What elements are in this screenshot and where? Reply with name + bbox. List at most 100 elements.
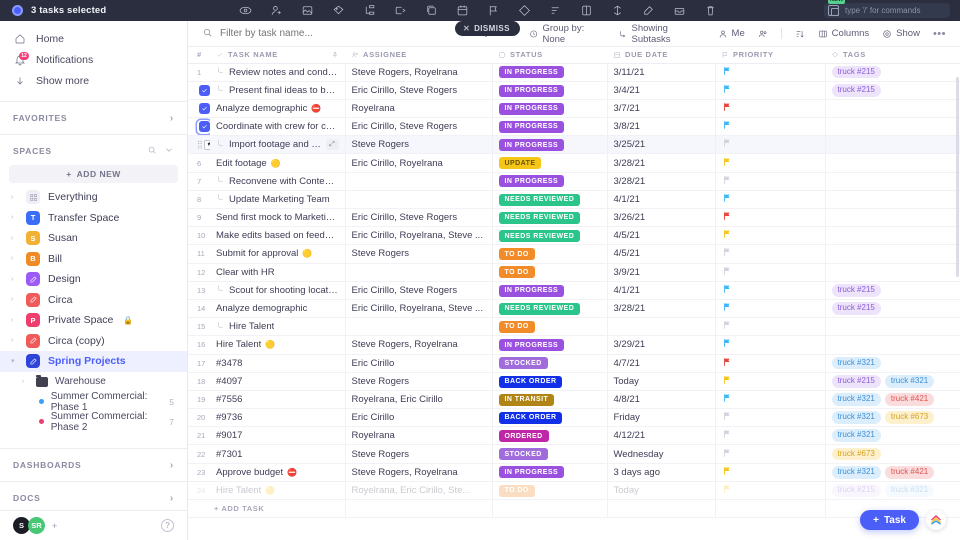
row-number-cell[interactable]: 7 (188, 172, 210, 191)
table-row[interactable]: 24 Hire Talent 🟡 Royelrana, Eric Cirillo, S… (188, 481, 960, 501)
favorites-header[interactable]: FAVORITES › (0, 106, 187, 130)
sidebar-item-circa[interactable]: › Circa (0, 290, 187, 311)
assignee-cell[interactable]: Royelrana, Eric Cirillo, Ste... (345, 481, 493, 501)
due-date-cell[interactable]: 3/9/21 (607, 263, 716, 282)
status-cell[interactable]: IN PROGRESS (492, 63, 608, 82)
task-name-cell[interactable]: #9736 (210, 408, 346, 428)
row-number-cell[interactable] (188, 99, 210, 119)
row-number-cell[interactable]: 16 (188, 335, 210, 355)
edit-icon[interactable] (633, 0, 664, 21)
row-number-cell[interactable]: 21 (188, 426, 210, 446)
assignee-cell[interactable] (345, 263, 493, 282)
priority-cell[interactable] (715, 244, 826, 264)
selection-indicator-icon[interactable] (12, 5, 23, 16)
status-badge[interactable]: TO DO (498, 248, 535, 261)
sidebar-item-transfer-space[interactable]: › T Transfer Space (0, 208, 187, 229)
assignee-cell[interactable]: Eric Cirillo, Steve Rogers (345, 81, 493, 100)
priority-cell[interactable] (715, 354, 826, 373)
tags-cell[interactable]: truck #215 (825, 281, 960, 300)
table-row[interactable]: 11 Submit for approval 🟡 Steve Rogers TO DO 4… (188, 244, 960, 264)
status-badge[interactable]: NEEDS REVIEWED (498, 302, 581, 315)
tags-cell[interactable] (825, 99, 960, 119)
row-number-cell[interactable]: 15 (188, 317, 210, 337)
task-name-cell[interactable]: #9017 (210, 426, 346, 446)
me-filter-button[interactable]: Me (718, 28, 745, 39)
due-date-cell[interactable]: Today (607, 372, 716, 391)
help-icon[interactable]: ? (161, 519, 174, 532)
dashboards-header[interactable]: DASHBOARDS › (0, 453, 187, 477)
assignee-cell[interactable]: Steve Rogers (345, 372, 493, 391)
row-number-cell[interactable] (188, 81, 210, 100)
row-number-cell[interactable]: 12 (188, 263, 210, 282)
priority-cell[interactable] (715, 481, 826, 501)
due-date-cell[interactable]: 3/11/21 (607, 63, 716, 82)
priority-cell[interactable] (715, 299, 826, 319)
tag-pill[interactable]: truck #321 (831, 356, 881, 370)
priority-flag-icon[interactable] (722, 284, 732, 294)
more-avatars-label[interactable]: + (52, 521, 57, 531)
priority-flag-icon[interactable] (722, 157, 732, 167)
task-name-cell[interactable]: Hire Talent (210, 317, 346, 337)
image-icon[interactable] (292, 0, 323, 21)
row-number-cell[interactable]: ⣿ (188, 135, 210, 155)
chevron-right-icon[interactable]: › (11, 194, 18, 201)
priority-cell[interactable] (715, 226, 826, 246)
task-name-cell[interactable]: Scout for shooting locatio... (210, 281, 346, 300)
table-row[interactable]: Present final ideas to boa... Eric Cirill… (188, 81, 960, 100)
assignee-cell[interactable] (345, 317, 493, 337)
status-cell[interactable]: TO DO (492, 481, 608, 501)
tag-pill[interactable]: truck #215 (831, 283, 881, 297)
priority-cell[interactable] (715, 426, 826, 446)
priority-flag-icon[interactable] (722, 120, 732, 130)
priority-cell[interactable] (715, 463, 826, 482)
task-name-cell[interactable]: Analyze demographic (210, 299, 346, 319)
status-badge[interactable]: NEEDS REVIEWED (498, 230, 581, 243)
priority-flag-icon[interactable] (722, 448, 732, 458)
new-task-button[interactable]: + Task (860, 510, 919, 530)
priority-flag-icon[interactable] (722, 247, 732, 257)
assignee-cell[interactable]: Steve Rogers (345, 244, 493, 264)
task-name-cell[interactable]: #3478 (210, 354, 346, 373)
row-number-cell[interactable]: 10 (188, 226, 210, 246)
task-name-cell[interactable]: #7301 (210, 444, 346, 464)
tag-pill[interactable]: truck #215 (831, 302, 881, 315)
sidebar-item-home[interactable]: Home (0, 28, 187, 49)
due-date-cell[interactable]: 3/8/21 (607, 117, 716, 137)
tags-cell[interactable]: truck #215 (825, 299, 960, 319)
status-cell[interactable]: IN PROGRESS (492, 99, 608, 119)
merge-icon[interactable] (602, 0, 633, 21)
status-cell[interactable]: TO DO (492, 244, 608, 264)
tags-cell[interactable]: truck #673 (825, 444, 960, 464)
status-badge[interactable]: ORDERED (498, 430, 549, 443)
dismiss-button[interactable]: ✕ DISMISS (455, 21, 520, 36)
table-row[interactable]: 8 Update Marketing Team NEEDS REVIEWED 4/1/… (188, 190, 960, 210)
table-row[interactable]: 18 #4097 Steve Rogers BACK ORDER Today truck … (188, 372, 960, 391)
status-badge[interactable]: STOCKED (498, 357, 548, 370)
command-search-box[interactable]: NEW type '/' for commands (824, 0, 950, 18)
sidebar-child-summer-commercial-phase-1[interactable]: Summer Commercial: Phase 1 5 (0, 391, 187, 413)
tags-cell[interactable] (825, 153, 960, 173)
due-date-cell[interactable]: 4/1/21 (607, 190, 716, 210)
priority-cell[interactable] (715, 63, 826, 82)
due-date-cell[interactable]: 3/4/21 (607, 81, 716, 100)
due-date-cell[interactable]: 4/5/21 (607, 226, 716, 246)
priority-cell[interactable] (715, 208, 826, 228)
sidebar-item-show-more[interactable]: Show more (0, 70, 187, 91)
status-cell[interactable]: STOCKED (492, 354, 608, 373)
assignee-cell[interactable]: Steve Rogers, Royelrana (345, 63, 493, 82)
tags-cell[interactable] (825, 263, 960, 282)
copy-icon[interactable] (571, 0, 602, 21)
assignee-cell[interactable]: Royelrana (345, 99, 493, 119)
priority-flag-icon[interactable] (722, 393, 732, 403)
column-header-assignee[interactable]: ASSIGNEE (345, 47, 492, 64)
status-cell[interactable]: ORDERED (492, 426, 608, 446)
priority-cell[interactable] (715, 135, 826, 155)
task-name-cell[interactable]: Hire Talent 🟡 (210, 335, 346, 355)
row-checkbox[interactable] (197, 83, 210, 97)
chevron-right-icon[interactable]: › (11, 276, 18, 283)
tags-cell[interactable]: truck #215 truck #321 (825, 481, 960, 501)
due-date-cell[interactable]: 3 days ago (607, 463, 716, 482)
subtasks-button[interactable]: Showing Subtasks (618, 23, 704, 45)
status-badge[interactable]: NEEDS REVIEWED (498, 211, 581, 224)
add-task-button[interactable]: + ADD TASK (188, 499, 346, 519)
